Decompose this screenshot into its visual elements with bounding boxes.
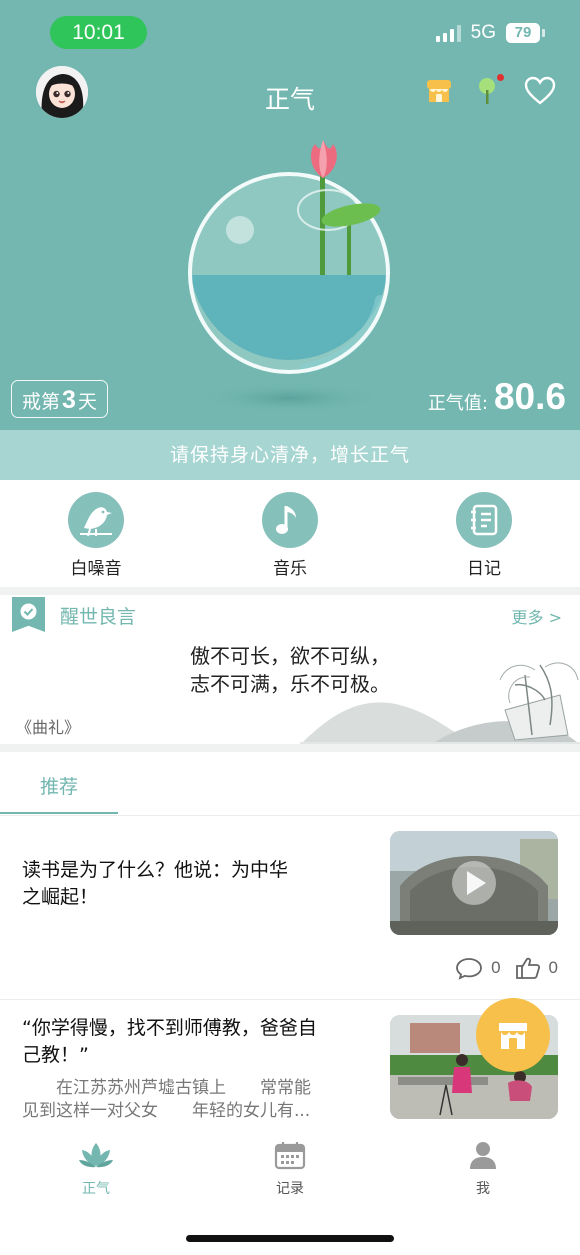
shop-fab-button[interactable] — [476, 998, 550, 1072]
calendar-icon — [274, 1142, 306, 1170]
nav-label: 记录 — [276, 1181, 304, 1197]
slogan-banner: 请保持身心清净，增长正气 — [0, 430, 580, 480]
score-value: 80.6 — [493, 376, 566, 417]
nav-item-zhengqi[interactable]: 正气 — [46, 1140, 146, 1198]
network-type: 5G — [470, 22, 496, 43]
article-title-line: 读书是为了什么？他说：为中华 — [22, 859, 289, 881]
lotus-icon — [79, 1143, 113, 1168]
article-title-line: 己教！” — [22, 1044, 89, 1066]
music-note-icon — [262, 492, 318, 548]
sapling-icon[interactable] — [476, 74, 504, 110]
header-actions — [424, 74, 556, 110]
signal-icon — [435, 24, 461, 42]
feature-music[interactable]: 音乐 — [220, 492, 360, 579]
feature-diary[interactable]: 日记 — [414, 492, 554, 579]
article-meta: 0 0 — [455, 956, 558, 980]
score-label: 正气值: — [427, 393, 488, 414]
thumbs-up-icon[interactable] — [515, 956, 541, 980]
quote-line: 志不可满，乐不可极。 — [190, 672, 390, 696]
streak-prefix: 戒第 — [22, 391, 61, 413]
quote-source: 《曲礼》 — [16, 718, 81, 737]
feature-label: 音乐 — [273, 559, 307, 579]
status-time: 10:01 — [50, 16, 147, 49]
section-divider — [0, 744, 580, 752]
notification-dot — [497, 74, 504, 81]
heart-check-icon — [20, 603, 37, 620]
feature-white-noise[interactable]: 白噪音 — [26, 492, 166, 579]
quote-line: 傲不可长，欲不可纵， — [190, 644, 390, 668]
quote-text: 傲不可长，欲不可纵， 志不可满，乐不可极。 — [160, 642, 420, 698]
quote-more-link[interactable]: 更多 > — [512, 604, 563, 628]
streak-suffix: 天 — [77, 391, 97, 413]
article-description: 在江苏苏州芦墟古镇上 常常能 见到这样一对父女 年轻的女儿有... — [22, 1077, 367, 1123]
shop-icon — [499, 1023, 527, 1049]
nav-label: 正气 — [82, 1181, 110, 1197]
nav-label: 我 — [476, 1181, 490, 1197]
home-indicator[interactable] — [186, 1235, 394, 1242]
section-divider — [0, 587, 580, 595]
article-title: 读书是为了什么？他说：为中华 之崛起！ — [22, 857, 288, 911]
article-desc-line: 见到这样一对父女 年轻的女儿有... — [22, 1101, 311, 1121]
feature-label: 白噪音 — [70, 559, 122, 579]
bird-icon — [68, 492, 124, 548]
quote-section-title: 醒世良言 — [60, 606, 137, 628]
comment-icon[interactable] — [455, 956, 483, 980]
person-icon — [470, 1142, 496, 1169]
battery-icon: 79 — [506, 23, 545, 43]
score-display: 正气值: 80.6 — [428, 376, 566, 418]
article-title-line: 之崛起！ — [22, 886, 99, 908]
article-video-thumbnail[interactable] — [390, 831, 558, 935]
heart-icon[interactable] — [524, 76, 556, 110]
streak-days: 3 — [62, 386, 76, 414]
nav-item-me[interactable]: 我 — [433, 1140, 533, 1198]
feature-label: 日记 — [467, 559, 501, 579]
nav-item-records[interactable]: 记录 — [240, 1140, 340, 1198]
notebook-icon — [456, 492, 512, 548]
tab-active-indicator — [0, 812, 118, 814]
tab-recommend[interactable]: 推荐 — [0, 772, 118, 799]
like-count: 0 — [548, 958, 558, 977]
abstinence-streak-button[interactable]: 戒第3 天 — [11, 380, 108, 418]
article-title: “你学得慢，找不到师傅教，爸爸自 己教！” — [22, 1015, 317, 1069]
article-desc-line: 在江苏苏州芦墟古镇上 常常能 — [22, 1078, 311, 1098]
comment-count: 0 — [491, 958, 501, 977]
lotus-bowl-illustration[interactable] — [170, 130, 410, 420]
status-indicators: 5G 79 — [435, 20, 545, 46]
shop-icon[interactable] — [424, 76, 454, 110]
article-title-line: “你学得慢，找不到师傅教，爸爸自 — [22, 1017, 317, 1039]
